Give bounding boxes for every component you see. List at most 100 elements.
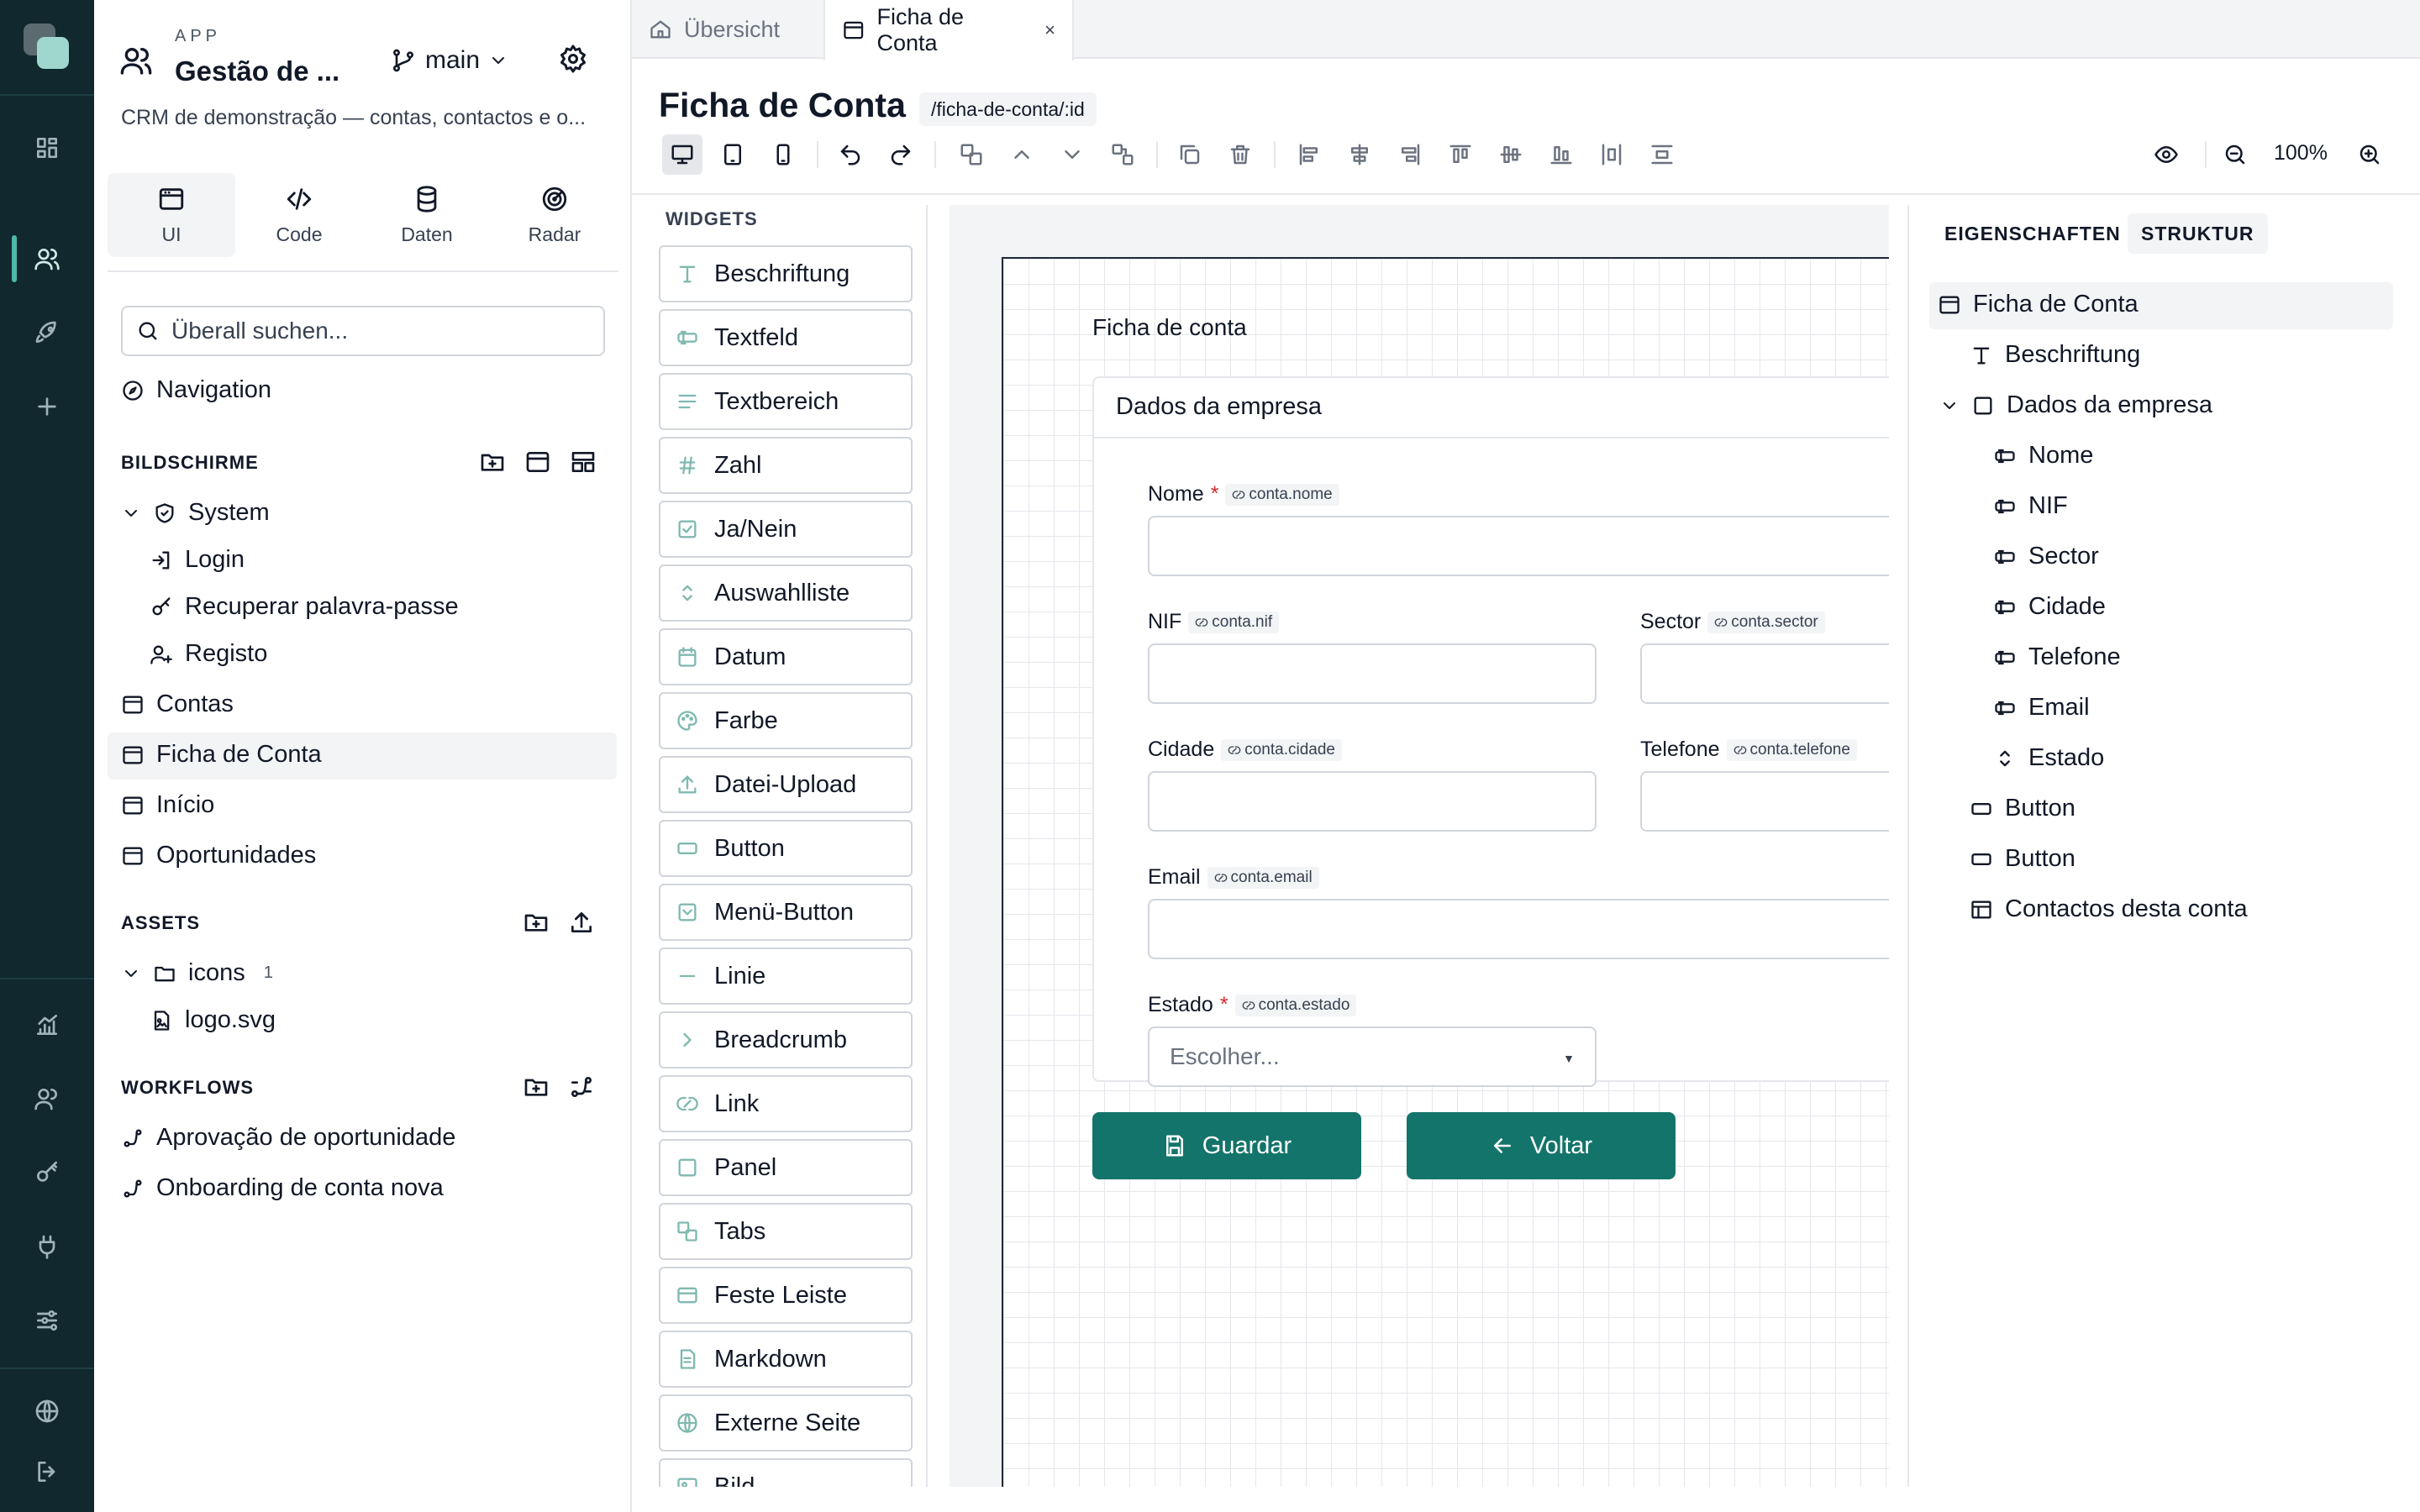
- workflow-item-onboarding[interactable]: Onboarding de conta nova: [121, 1174, 444, 1202]
- widget-ja-nein[interactable]: Ja/Nein: [659, 501, 913, 558]
- plus-icon[interactable]: [27, 386, 67, 427]
- back-button[interactable]: Voltar: [1407, 1112, 1676, 1179]
- tab-eigenschaften[interactable]: EIGENSCHAFTEN: [1931, 213, 2134, 254]
- widget-button[interactable]: Button: [659, 820, 913, 877]
- widget-externe-seite[interactable]: Externe Seite: [659, 1394, 913, 1452]
- align-bottom-icon[interactable]: [1541, 134, 1581, 175]
- tree-node-estado[interactable]: Estado: [1993, 744, 2104, 772]
- tree-node-email[interactable]: Email: [1993, 694, 2090, 722]
- design-canvas[interactable]: Ficha de conta Dados da empresa Nome * c…: [950, 205, 1889, 1487]
- widget-beschriftung[interactable]: Beschriftung: [659, 245, 913, 302]
- widget-bild[interactable]: Bild: [659, 1458, 913, 1487]
- align-center-v-icon[interactable]: [1491, 134, 1531, 175]
- screen-item-registo[interactable]: Registo: [150, 640, 267, 668]
- logout-icon[interactable]: [27, 1452, 67, 1492]
- ungroup-icon[interactable]: [1102, 134, 1143, 175]
- select-estado[interactable]: Escolher... ▼: [1148, 1026, 1597, 1087]
- widget-link[interactable]: Link: [659, 1075, 913, 1132]
- new-screen-icon[interactable]: [524, 449, 551, 475]
- tree-node-button-1[interactable]: Button: [1970, 795, 2075, 822]
- layout-template-icon[interactable]: [570, 449, 597, 475]
- input-telefone[interactable]: [1640, 771, 1889, 832]
- tree-node-telefone[interactable]: Telefone: [1993, 643, 2121, 671]
- distribute-h-icon[interactable]: [1591, 134, 1632, 175]
- tree-node-ficha-de-conta[interactable]: Ficha de Conta: [1938, 291, 2139, 318]
- team-icon[interactable]: [27, 1079, 67, 1119]
- sliders-icon[interactable]: [27, 1300, 67, 1341]
- tree-node-cidade[interactable]: Cidade: [1993, 593, 2106, 621]
- screen-item-oportunidades[interactable]: Oportunidades: [121, 842, 316, 869]
- move-down-icon[interactable]: [1052, 134, 1092, 175]
- input-sector[interactable]: [1640, 643, 1889, 704]
- input-nif[interactable]: [1148, 643, 1597, 704]
- tree-node-button-2[interactable]: Button: [1970, 845, 2075, 873]
- delete-icon[interactable]: [1220, 134, 1260, 175]
- group-icon[interactable]: [951, 134, 992, 175]
- tree-node-nif[interactable]: NIF: [1993, 492, 2068, 520]
- mode-code[interactable]: Code: [235, 173, 363, 257]
- widget-menu-button[interactable]: Menü-Button: [659, 884, 913, 941]
- screen-item-contas[interactable]: Contas: [121, 690, 234, 718]
- mode-daten[interactable]: Daten: [363, 173, 491, 257]
- mode-radar[interactable]: Radar: [491, 173, 618, 257]
- widget-textbereich[interactable]: Textbereich: [659, 373, 913, 430]
- tab-close-icon[interactable]: ×: [1044, 19, 1055, 41]
- new-folder-icon[interactable]: [523, 1074, 550, 1100]
- screen-item-recuperar[interactable]: Recuperar palavra-passe: [150, 593, 459, 621]
- tab-ubersicht[interactable]: Übersicht: [632, 0, 834, 59]
- settings-gear-icon[interactable]: [558, 44, 588, 74]
- plug-icon[interactable]: [27, 1226, 67, 1267]
- new-folder-icon[interactable]: [523, 909, 550, 936]
- input-email[interactable]: [1148, 899, 1889, 959]
- tree-node-nome[interactable]: Nome: [1993, 442, 2093, 470]
- workflow-icon[interactable]: [568, 1074, 595, 1100]
- upload-icon[interactable]: [568, 909, 595, 936]
- tree-node-sector[interactable]: Sector: [1993, 543, 2099, 570]
- input-nome[interactable]: [1148, 516, 1889, 576]
- widget-breadcrumb[interactable]: Breadcrumb: [659, 1011, 913, 1068]
- folder-icons[interactable]: icons 1: [121, 959, 273, 987]
- mobile-view-icon[interactable]: [763, 134, 803, 175]
- widget-datei-upload[interactable]: Datei-Upload: [659, 756, 913, 813]
- new-folder-icon[interactable]: [479, 449, 506, 475]
- widget-auswahlliste[interactable]: Auswahlliste: [659, 564, 913, 622]
- align-top-icon[interactable]: [1440, 134, 1481, 175]
- input-cidade[interactable]: [1148, 771, 1597, 832]
- widget-feste-leiste[interactable]: Feste Leiste: [659, 1267, 913, 1324]
- save-button[interactable]: Guardar: [1092, 1112, 1361, 1179]
- key-icon[interactable]: [27, 1152, 67, 1193]
- branch-selector[interactable]: main: [390, 42, 508, 79]
- mode-ui[interactable]: UI: [108, 173, 235, 257]
- widget-datum[interactable]: Datum: [659, 628, 913, 685]
- widget-textfeld[interactable]: Textfeld: [659, 309, 913, 366]
- undo-icon[interactable]: [830, 134, 871, 175]
- search-input[interactable]: [171, 318, 592, 344]
- navigation-link[interactable]: Navigation: [121, 376, 271, 404]
- screen-item-login[interactable]: Login: [150, 546, 245, 574]
- canvas-label-ficha[interactable]: Ficha de conta: [1092, 314, 1247, 341]
- widget-linie[interactable]: Linie: [659, 948, 913, 1005]
- global-search[interactable]: [121, 306, 605, 356]
- zoom-in-icon[interactable]: [2349, 134, 2390, 175]
- tree-node-contactos[interactable]: Contactos desta conta: [1970, 895, 2248, 923]
- tree-node-beschriftung[interactable]: Beschriftung: [1970, 341, 2140, 369]
- move-up-icon[interactable]: [1002, 134, 1042, 175]
- widget-markdown[interactable]: Markdown: [659, 1331, 913, 1388]
- screen-frame[interactable]: Ficha de conta Dados da empresa Nome * c…: [1002, 257, 1889, 1487]
- duplicate-icon[interactable]: [1170, 134, 1210, 175]
- panel-dados-da-empresa[interactable]: Dados da empresa Nome * conta.nome NIF c…: [1092, 376, 1889, 1087]
- workflow-item-aprovacao[interactable]: Aprovação de oportunidade: [121, 1124, 455, 1152]
- rocket-icon[interactable]: [27, 312, 67, 353]
- tablet-view-icon[interactable]: [713, 134, 753, 175]
- align-center-h-icon[interactable]: [1339, 134, 1380, 175]
- zoom-out-icon[interactable]: [2215, 134, 2255, 175]
- align-left-icon[interactable]: [1289, 134, 1329, 175]
- analytics-icon[interactable]: [27, 1005, 67, 1045]
- widget-farbe[interactable]: Farbe: [659, 692, 913, 749]
- screen-item-inicio[interactable]: Início: [121, 791, 214, 819]
- widget-tabs[interactable]: Tabs: [659, 1203, 913, 1260]
- screen-item-ficha-de-conta[interactable]: Ficha de Conta: [121, 741, 322, 769]
- widget-zahl[interactable]: Zahl: [659, 437, 913, 494]
- distribute-v-icon[interactable]: [1642, 134, 1682, 175]
- align-right-icon[interactable]: [1390, 134, 1430, 175]
